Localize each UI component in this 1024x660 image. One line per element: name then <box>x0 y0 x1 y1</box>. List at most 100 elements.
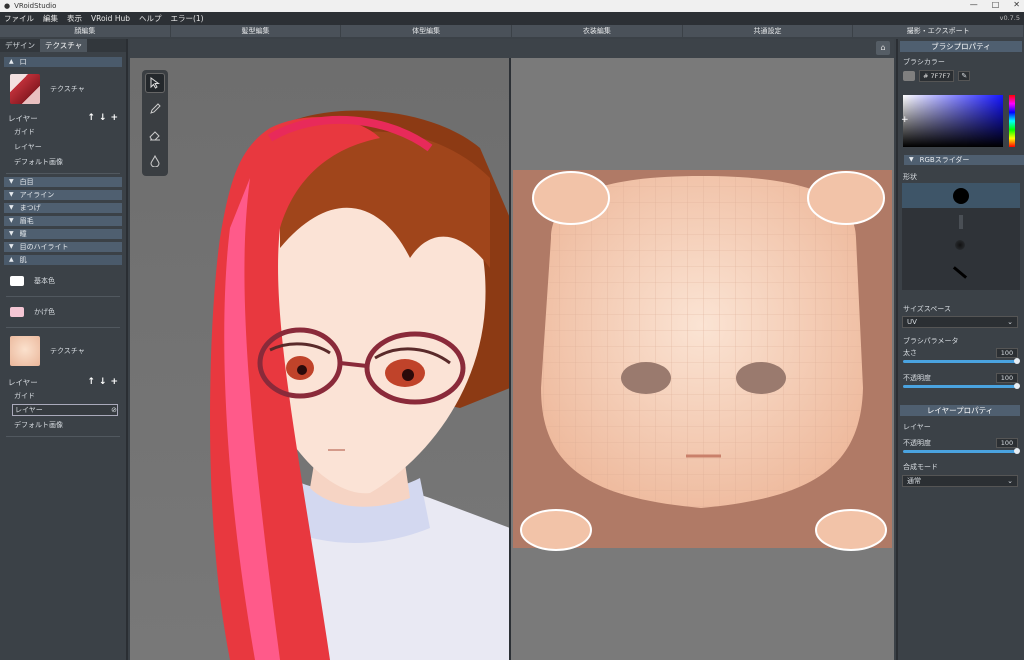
pen-tool-icon[interactable] <box>145 99 165 119</box>
main-tabs: 顔編集 髪型編集 体型編集 衣装編集 共通設定 撮影・エクスポート <box>0 25 1024 37</box>
opacity-label: 不透明度 <box>903 374 931 382</box>
color-picker-area[interactable] <box>903 95 1003 147</box>
blend-mode-dropdown[interactable]: 通常 ⌄ <box>902 475 1018 487</box>
brush-shape-slash-icon[interactable] <box>952 266 968 279</box>
eyedropper-icon[interactable]: ✎ <box>958 71 971 81</box>
section-label: 目のハイライト <box>19 243 69 251</box>
opacity-input[interactable]: 100 <box>996 373 1018 383</box>
skin-layer-layer-label: レイヤー <box>15 406 43 414</box>
mouth-layer-default[interactable]: デフォルト画像 <box>0 155 126 170</box>
thickness-slider[interactable] <box>903 358 1020 364</box>
section-eye-white[interactable]: ▼ 白目 <box>4 177 122 187</box>
move-layer-down-icon[interactable]: ↓ <box>99 113 107 123</box>
tab-common[interactable]: 共通設定 <box>683 25 854 37</box>
base-color-swatch[interactable] <box>10 276 24 286</box>
tab-outfit[interactable]: 衣装編集 <box>512 25 683 37</box>
section-eyelashes[interactable]: ▼ まつげ <box>4 203 122 213</box>
shadow-color-label: かげ色 <box>34 308 55 316</box>
size-space-dropdown[interactable]: UV ⌄ <box>902 316 1018 328</box>
camera-icon[interactable]: ⌂ <box>876 41 890 55</box>
slider-knob[interactable] <box>1014 358 1020 364</box>
mouth-texture-row[interactable]: テクスチャ <box>4 69 122 109</box>
menu-view[interactable]: 表示 <box>67 13 82 24</box>
3d-viewport[interactable] <box>130 58 510 660</box>
opacity-slider[interactable] <box>903 383 1020 389</box>
brush-shape-line-icon[interactable] <box>959 215 963 229</box>
divider <box>6 436 120 437</box>
mouth-texture-label: テクスチャ <box>50 85 85 93</box>
minimize-icon[interactable]: — <box>970 0 978 9</box>
tab-design[interactable]: デザイン <box>0 39 40 52</box>
chevron-down-icon: ⌄ <box>1007 318 1013 326</box>
chevron-down-icon: ▼ <box>9 178 14 185</box>
shadow-color-swatch[interactable] <box>10 307 24 317</box>
hue-slider[interactable] <box>1009 95 1015 147</box>
mouth-layer-guide[interactable]: ガイド <box>0 125 126 140</box>
menu-help[interactable]: ヘルプ <box>139 13 162 24</box>
menu-errors[interactable]: エラー(1) <box>170 13 203 24</box>
brush-color-label: ブラシカラー <box>903 58 945 66</box>
skin-layer-layer[interactable]: レイヤー ⊘ <box>12 404 118 416</box>
skin-layer-default[interactable]: デフォルト画像 <box>0 418 126 433</box>
skin-texture-row[interactable]: テクスチャ <box>4 331 122 371</box>
divider <box>6 173 120 174</box>
move-layer-up-icon[interactable]: ↑ <box>87 377 95 387</box>
skin-layer-guide[interactable]: ガイド <box>0 389 126 404</box>
skin-texture-thumbnail[interactable] <box>10 336 40 366</box>
app-logo-icon: ● <box>4 2 11 10</box>
window-title: VRoidStudio <box>14 2 57 10</box>
close-icon[interactable]: ✕ <box>1013 0 1020 9</box>
tab-texture[interactable]: テクスチャ <box>40 39 88 52</box>
tab-face[interactable]: 顔編集 <box>0 25 171 37</box>
uv-texture-canvas[interactable] <box>511 58 894 660</box>
section-skin[interactable]: ▲ 肌 <box>4 255 122 265</box>
select-tool-icon[interactable] <box>145 73 165 93</box>
layer-opacity-slider[interactable] <box>903 448 1020 454</box>
tab-export[interactable]: 撮影・エクスポート <box>853 25 1024 37</box>
maximize-icon[interactable]: □ <box>992 0 1000 9</box>
tab-hair[interactable]: 髪型編集 <box>171 25 342 37</box>
eraser-tool-icon[interactable] <box>145 125 165 145</box>
section-eye-highlight[interactable]: ▼ 目のハイライト <box>4 242 122 252</box>
add-layer-icon[interactable]: + <box>110 113 118 123</box>
add-layer-icon[interactable]: + <box>110 377 118 387</box>
brush-params-label: ブラシパラメータ <box>903 337 959 345</box>
slider-knob[interactable] <box>1014 448 1020 454</box>
rgb-slider-section[interactable]: ▼ RGBスライダー <box>904 155 1024 165</box>
right-panel: ブラシプロパティ ブラシカラー # 7F7F7 ✎ + ▼ RGBスライダー 形… <box>896 39 1024 660</box>
layer-label: レイヤー <box>903 423 931 431</box>
move-layer-up-icon[interactable]: ↑ <box>87 113 95 123</box>
visibility-hidden-icon[interactable]: ⊘ <box>111 405 117 415</box>
mouth-layer-layer[interactable]: レイヤー <box>0 140 126 155</box>
tab-body[interactable]: 体型編集 <box>341 25 513 37</box>
brush-color-swatch[interactable] <box>903 71 915 81</box>
shadow-color-row[interactable]: かげ色 <box>0 300 126 324</box>
section-label: 白目 <box>19 178 34 186</box>
layer-opacity-label: 不透明度 <box>903 439 931 447</box>
divider <box>6 296 120 297</box>
menu-edit[interactable]: 編集 <box>43 13 58 24</box>
fill-tool-icon[interactable] <box>145 151 165 171</box>
section-iris[interactable]: ▼ 瞳 <box>4 229 122 239</box>
menu-vroid-hub[interactable]: VRoid Hub <box>91 14 130 23</box>
section-eyeline[interactable]: ▼ アイライン <box>4 190 122 200</box>
menu-file[interactable]: ファイル <box>4 13 34 24</box>
thickness-input[interactable]: 100 <box>996 348 1018 358</box>
layer-opacity-input[interactable]: 100 <box>996 438 1018 448</box>
rgb-slider-label: RGBスライダー <box>919 156 970 164</box>
brush-shape-hard-icon[interactable] <box>953 188 969 204</box>
hex-color-input[interactable]: # 7F7F7 <box>919 70 955 82</box>
slider-knob[interactable] <box>1014 383 1020 389</box>
section-label: まつげ <box>19 204 41 212</box>
layer-opacity-row: 不透明度 100 <box>898 437 1022 449</box>
move-layer-down-icon[interactable]: ↓ <box>99 377 107 387</box>
size-space-label: サイズスペース <box>903 305 951 313</box>
mouth-texture-thumbnail[interactable] <box>10 74 40 104</box>
section-eyebrows[interactable]: ▼ 眉毛 <box>4 216 122 226</box>
base-color-label: 基本色 <box>34 277 55 285</box>
section-mouth[interactable]: ▲ 口 <box>4 57 122 67</box>
brush-shape-soft-icon[interactable] <box>955 240 965 250</box>
base-color-row[interactable]: 基本色 <box>0 269 126 293</box>
chevron-up-icon: ▲ <box>9 256 14 263</box>
shape-label: 形状 <box>903 173 917 181</box>
